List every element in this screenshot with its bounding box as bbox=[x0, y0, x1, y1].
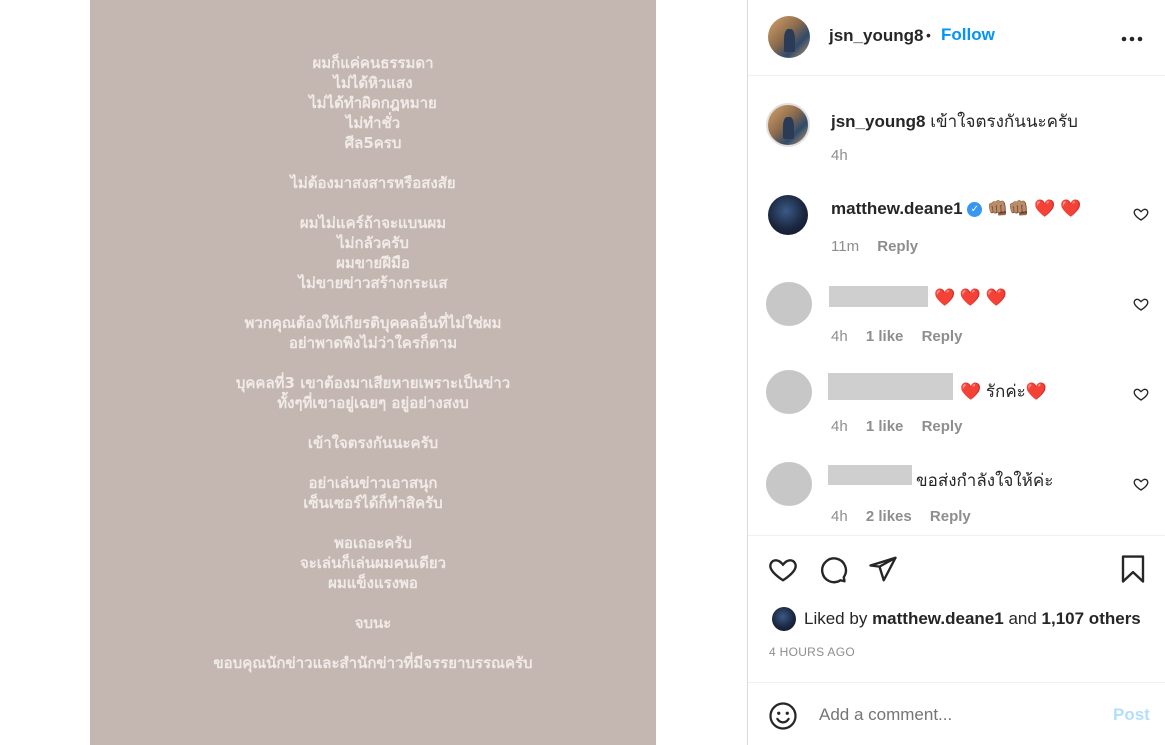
verified-badge-icon: ✓ bbox=[967, 202, 983, 217]
caption-body: เข้าใจตรงกันนะครับ bbox=[930, 112, 1078, 131]
liked-by-user[interactable]: matthew.deane1 bbox=[872, 609, 1004, 628]
post-text-line: พวกคุณต้องให้เกียรติบุคคลอื่นที่ไม่ใช่ผม bbox=[244, 314, 502, 332]
reply-button[interactable]: Reply bbox=[922, 328, 963, 345]
comment-text: matthew.deane1 ✓ 👊🏽👊🏽 ❤️ ❤️ bbox=[831, 199, 1081, 219]
owner-avatar[interactable] bbox=[768, 16, 810, 58]
post-text-line: ไม่ขายข่าวสร้างกระแส bbox=[298, 274, 448, 292]
comment-like-heart-icon[interactable] bbox=[1133, 206, 1149, 222]
post-text-line: ทั้งๆที่เขาอยู่เฉยๆ อยู่อย่างสงบ bbox=[277, 394, 469, 412]
comment-like-heart-icon[interactable] bbox=[1133, 296, 1149, 312]
post-side-panel: jsn_young8 • Follow jsn_young8 เข้าใจตรง… bbox=[747, 0, 1165, 745]
comment-time[interactable]: 4h bbox=[831, 328, 848, 345]
post-text-line: ไม่กลัวครับ bbox=[337, 234, 409, 252]
comment-body: ❤️ รักค่ะ❤️ bbox=[960, 382, 1047, 401]
post-text-line: ศีล5ครบ bbox=[344, 134, 402, 152]
post-text-line bbox=[90, 593, 656, 613]
post-text-line bbox=[90, 453, 656, 473]
comment-body: 👊🏽👊🏽 ❤️ ❤️ bbox=[987, 199, 1082, 218]
post-text-line bbox=[90, 293, 656, 313]
reply-button[interactable]: Reply bbox=[877, 238, 918, 255]
post-text-line: อย่าพาดพิงไม่ว่าใครก็ตาม bbox=[288, 334, 458, 352]
liked-by-text: Liked by matthew.deane1 and 1,107 others bbox=[804, 609, 1141, 629]
post-text-line bbox=[90, 513, 656, 533]
post-text-line: อย่าเล่นข่าวเอาสนุก bbox=[308, 474, 438, 492]
post-text-line: พอเถอะครับ bbox=[334, 534, 412, 552]
likes-count[interactable]: 2 likes bbox=[866, 508, 912, 525]
post-text-line bbox=[90, 413, 656, 433]
post-header: jsn_young8 • Follow bbox=[748, 0, 1165, 76]
post-timestamp[interactable]: 4 HOURS AGO bbox=[769, 645, 855, 659]
comment-time[interactable]: 11m bbox=[831, 238, 859, 255]
redacted-username bbox=[828, 373, 953, 400]
media-area: ผมก็แค่คนธรรมดาไม่ได้หิวแสงไม่ได้ทำผิดกฎ… bbox=[0, 0, 747, 745]
post-text-line: ไม่ต้องมาสงสารหรือสงสัย bbox=[290, 174, 456, 192]
redacted-username bbox=[829, 286, 928, 307]
reply-button[interactable]: Reply bbox=[930, 508, 971, 525]
post-text-line bbox=[90, 153, 656, 173]
comment-time[interactable]: 4h bbox=[831, 418, 848, 435]
comment-avatar[interactable] bbox=[766, 370, 812, 414]
post-text-line: บุคคลที่3 เขาต้องมาเสียหายเพราะเป็นข่าว bbox=[235, 374, 511, 392]
comment-meta: 4h 1 like Reply bbox=[831, 418, 976, 435]
post-text-line: จบนะ bbox=[354, 614, 392, 632]
liked-by-avatar[interactable] bbox=[772, 607, 796, 631]
emoji-icon[interactable] bbox=[768, 701, 798, 731]
comment-username[interactable]: matthew.deane1 bbox=[831, 199, 963, 218]
redacted-username bbox=[828, 465, 912, 485]
post-text-line: ผมแข็งแรงพอ bbox=[328, 574, 418, 592]
post-text-line bbox=[90, 353, 656, 373]
liked-by-and: and bbox=[1008, 609, 1037, 628]
likes-count[interactable]: 1 like bbox=[866, 418, 904, 435]
caption-avatar[interactable] bbox=[766, 103, 810, 147]
comment-bubble-icon[interactable] bbox=[818, 554, 848, 584]
comment-time[interactable]: 4h bbox=[831, 508, 848, 525]
like-heart-icon[interactable] bbox=[768, 554, 798, 584]
post-text-line: ขอบคุณนักข่าวและสำนักข่าวที่มีจรรยาบรรณค… bbox=[213, 654, 533, 672]
post-text-line: จะเล่นก็เล่นผมคนเดียว bbox=[299, 554, 447, 572]
separator-dot: • bbox=[926, 27, 931, 43]
comment-like-heart-icon[interactable] bbox=[1133, 386, 1149, 402]
likes-count[interactable]: 1 like bbox=[866, 328, 904, 345]
comment-avatar[interactable] bbox=[766, 462, 812, 506]
post-text-line: ผมก็แค่คนธรรมดา bbox=[312, 54, 434, 72]
post-text-line: เข้าใจตรงกันนะครับ bbox=[307, 434, 439, 452]
post-text-line: ผมไม่แคร์ถ้าจะแบนผม bbox=[299, 214, 447, 232]
post-image-text: ผมก็แค่คนธรรมดาไม่ได้หิวแสงไม่ได้ทำผิดกฎ… bbox=[90, 53, 656, 673]
comment-like-heart-icon[interactable] bbox=[1133, 476, 1149, 492]
owner-username[interactable]: jsn_young8 bbox=[829, 26, 923, 46]
post-text-line: เซ็นเซอร์ได้ก็ทำสิครับ bbox=[303, 494, 443, 512]
follow-button[interactable]: Follow bbox=[941, 25, 995, 45]
comment-meta: 4h 1 like Reply bbox=[831, 328, 976, 345]
post-image[interactable]: ผมก็แค่คนธรรมดาไม่ได้หิวแสงไม่ได้ทำผิดกฎ… bbox=[90, 0, 656, 745]
caption-username[interactable]: jsn_young8 bbox=[831, 112, 925, 131]
save-bookmark-icon[interactable] bbox=[1118, 554, 1148, 584]
post-text-line: ไม่ทำชั่ว bbox=[345, 114, 401, 132]
caption-meta: 4h bbox=[831, 147, 862, 164]
liked-by-others[interactable]: 1,107 others bbox=[1042, 609, 1141, 628]
comment-body: ❤️ ❤️ ❤️ bbox=[934, 288, 1007, 307]
post-text-line: ผมขายฝีมือ bbox=[336, 254, 410, 272]
caption-text: jsn_young8 เข้าใจตรงกันนะครับ bbox=[831, 108, 1078, 135]
add-comment-input[interactable] bbox=[819, 705, 1099, 725]
comment-avatar[interactable] bbox=[768, 195, 808, 235]
add-comment-row: Post bbox=[748, 682, 1165, 745]
reply-button[interactable]: Reply bbox=[922, 418, 963, 435]
comment-meta: 4h 2 likes Reply bbox=[831, 508, 985, 525]
comment-meta: 11m Reply bbox=[831, 238, 932, 255]
post-text-line: ไม่ได้ทำผิดกฎหมาย bbox=[309, 94, 437, 112]
post-text-line: ไม่ได้หิวแสง bbox=[333, 74, 413, 92]
share-send-icon[interactable] bbox=[868, 554, 898, 584]
actions-divider bbox=[748, 535, 1165, 536]
liked-by-prefix: Liked by bbox=[804, 609, 868, 628]
more-options-icon[interactable] bbox=[1121, 22, 1143, 48]
comment-body: ขอส่งกำลังใจให้ค่ะ bbox=[916, 471, 1054, 490]
comment-avatar[interactable] bbox=[766, 282, 812, 326]
post-text-line bbox=[90, 633, 656, 653]
post-comment-button[interactable]: Post bbox=[1113, 705, 1150, 725]
post-text-line bbox=[90, 193, 656, 213]
caption-time[interactable]: 4h bbox=[831, 147, 848, 164]
